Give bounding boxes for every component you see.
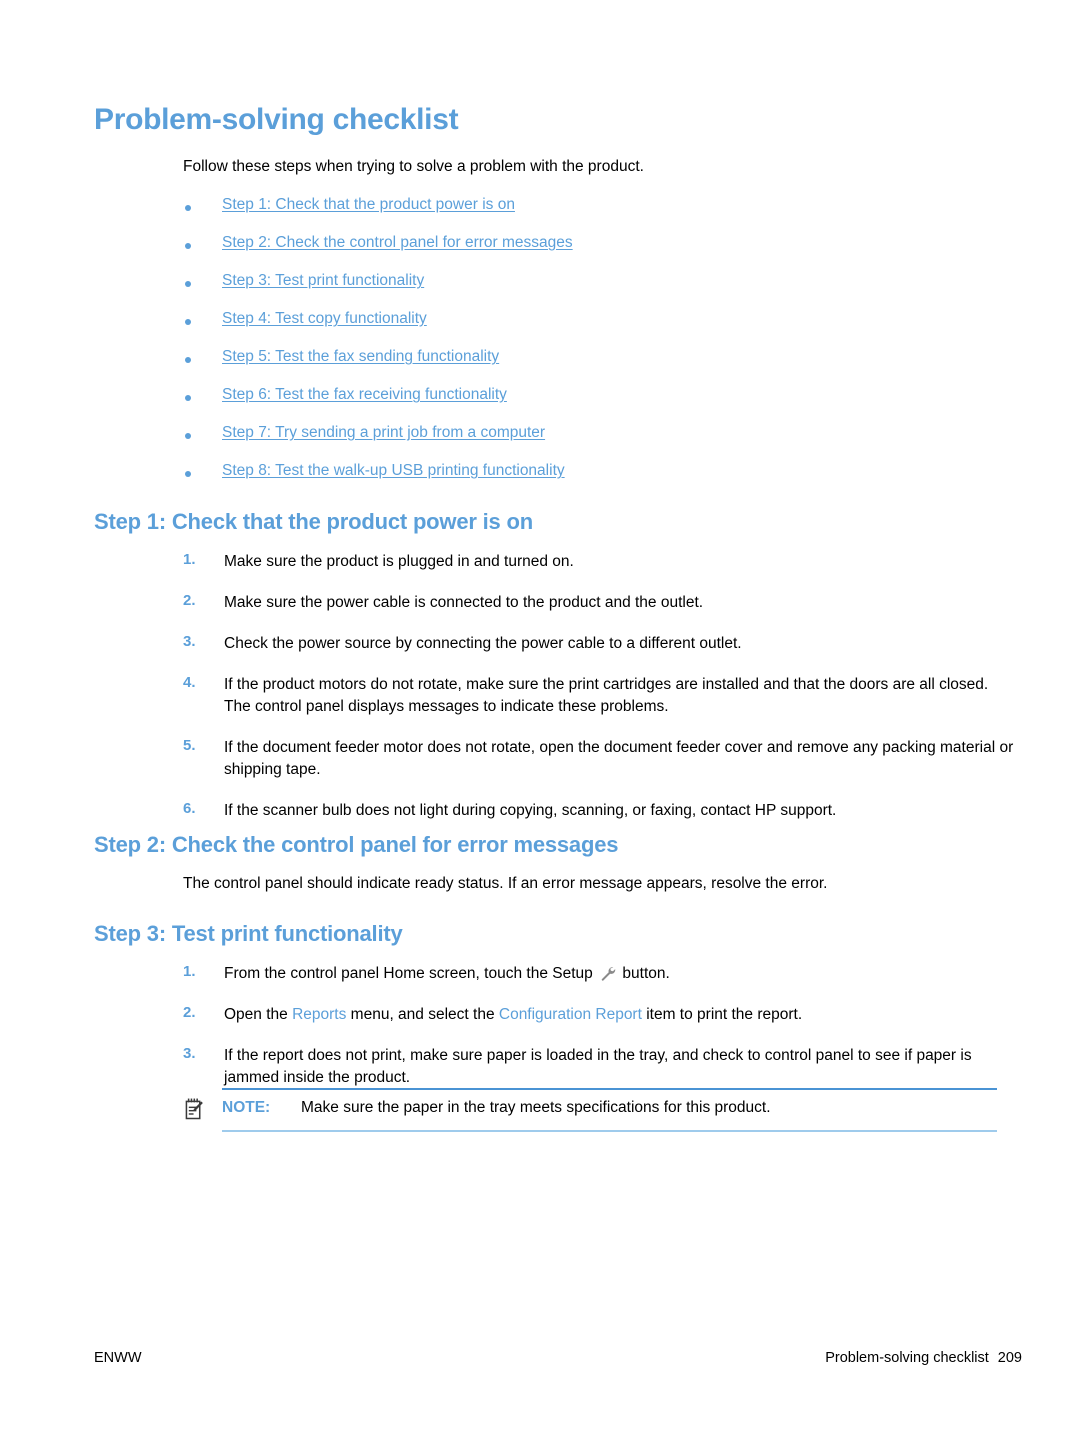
list-marker: 2. — [183, 1004, 196, 1021]
note-label: NOTE: — [222, 1099, 271, 1116]
toc-link-step-7[interactable]: Step 7: Try sending a print job from a c… — [222, 424, 545, 442]
list-item-text: If the scanner bulb does not light durin… — [224, 802, 837, 819]
note-rule-top — [222, 1088, 997, 1090]
list-item: Step 1: Check that the product power is … — [183, 196, 1003, 234]
list-item: 1. Make sure the product is plugged in a… — [183, 551, 1003, 573]
heading-step-2: Step 2: Check the control panel for erro… — [94, 832, 619, 857]
list-marker: 3. — [183, 633, 196, 650]
step-2-paragraph: The control panel should indicate ready … — [183, 875, 828, 892]
list-item: Step 2: Check the control panel for erro… — [183, 234, 1003, 272]
footer-right: Problem-solving checklist 209 — [825, 1350, 1022, 1366]
list-marker: 1. — [183, 963, 196, 980]
toc-link-step-3[interactable]: Step 3: Test print functionality — [222, 272, 424, 290]
toc-link-step-6[interactable]: Step 6: Test the fax receiving functiona… — [222, 386, 507, 404]
note-rule-bottom — [222, 1130, 997, 1132]
bullet-icon — [185, 319, 191, 325]
list-item-text: From the control panel Home screen, touc… — [224, 963, 1014, 985]
page-title: Problem-solving checklist — [94, 103, 459, 136]
bullet-icon — [185, 471, 191, 477]
toc-link-step-2[interactable]: Step 2: Check the control panel for erro… — [222, 234, 573, 252]
list-marker: 5. — [183, 737, 196, 754]
bullet-icon — [185, 281, 191, 287]
bullet-icon — [185, 243, 191, 249]
footer-left-label: ENWW — [94, 1350, 142, 1366]
list-item-text: Make sure the product is plugged in and … — [224, 553, 574, 570]
toc-link-step-4[interactable]: Step 4: Test copy functionality — [222, 310, 427, 328]
list-item-text: Make sure the power cable is connected t… — [224, 594, 704, 611]
list-marker: 1. — [183, 551, 196, 568]
bullet-icon — [185, 433, 191, 439]
note-pencil-icon — [185, 1098, 204, 1120]
list-item-text: If the product motors do not rotate, mak… — [224, 676, 989, 715]
list-item: 3. Check the power source by connecting … — [183, 633, 1003, 655]
list-item-text: Open the Reports menu, and select the Co… — [224, 1004, 1014, 1026]
heading-step-1: Step 1: Check that the product power is … — [94, 509, 533, 534]
list-marker: 3. — [183, 1045, 196, 1062]
list-item: 2. Make sure the power cable is connecte… — [183, 592, 1003, 614]
list-item-text: If the report does not print, make sure … — [224, 1047, 972, 1086]
list-item: Step 3: Test print functionality — [183, 272, 1003, 310]
bullet-icon — [185, 357, 191, 363]
text-part-3: item to print the report. — [641, 1006, 803, 1023]
text-before-setup-icon: From the control panel Home screen, touc… — [224, 965, 593, 982]
toc-link-step-5[interactable]: Step 5: Test the fax sending functionali… — [222, 348, 499, 366]
list-item: 5. If the document feeder motor does not… — [183, 737, 1013, 781]
text-part-2: menu, and select the — [346, 1006, 499, 1023]
list-marker: 4. — [183, 674, 196, 691]
text-after-setup-icon: button. — [622, 965, 670, 982]
list-item: 3. If the report does not print, make su… — [183, 1045, 1003, 1089]
list-item: Step 5: Test the fax sending functionali… — [183, 348, 1003, 386]
step-3-numbered-list: 1. From the control panel Home screen, t… — [183, 963, 1003, 1108]
list-item: 1. From the control panel Home screen, t… — [183, 963, 1003, 985]
toc-link-list: Step 1: Check that the product power is … — [183, 196, 1003, 500]
list-marker: 2. — [183, 592, 196, 609]
list-item: 4. If the product motors do not rotate, … — [183, 674, 1003, 718]
list-item: Step 8: Test the walk-up USB printing fu… — [183, 462, 1003, 500]
bullet-icon — [185, 395, 191, 401]
list-item: 2. Open the Reports menu, and select the… — [183, 1004, 1003, 1026]
footer-page-number: 209 — [997, 1350, 1022, 1366]
toc-link-step-1[interactable]: Step 1: Check that the product power is … — [222, 196, 515, 214]
ui-term-configuration-report: Configuration Report — [498, 1006, 642, 1023]
list-item: Step 6: Test the fax receiving functiona… — [183, 386, 1003, 424]
list-item: Step 7: Try sending a print job from a c… — [183, 424, 1003, 462]
ui-term-reports: Reports — [292, 1006, 347, 1023]
list-marker: 6. — [183, 800, 196, 817]
text-part-1: Open the — [224, 1006, 293, 1023]
intro-paragraph: Follow these steps when trying to solve … — [183, 158, 644, 175]
list-item-text: If the document feeder motor does not ro… — [224, 739, 1014, 778]
list-item: 6. If the scanner bulb does not light du… — [183, 800, 1003, 822]
note-text: Make sure the paper in the tray meets sp… — [301, 1099, 771, 1116]
list-item-text: Check the power source by connecting the… — [224, 635, 742, 652]
note-callout: NOTE: Make sure the paper in the tray me… — [183, 1088, 997, 1132]
footer-section-title: Problem-solving checklist — [825, 1350, 989, 1366]
step-1-numbered-list: 1. Make sure the product is plugged in a… — [183, 551, 1013, 841]
document-page: Problem-solving checklist Follow these s… — [0, 0, 1080, 1437]
bullet-icon — [185, 205, 191, 211]
list-item: Step 4: Test copy functionality — [183, 310, 1003, 348]
toc-link-step-8[interactable]: Step 8: Test the walk-up USB printing fu… — [222, 462, 565, 480]
heading-step-3: Step 3: Test print functionality — [94, 921, 403, 946]
wrench-icon — [599, 964, 616, 981]
